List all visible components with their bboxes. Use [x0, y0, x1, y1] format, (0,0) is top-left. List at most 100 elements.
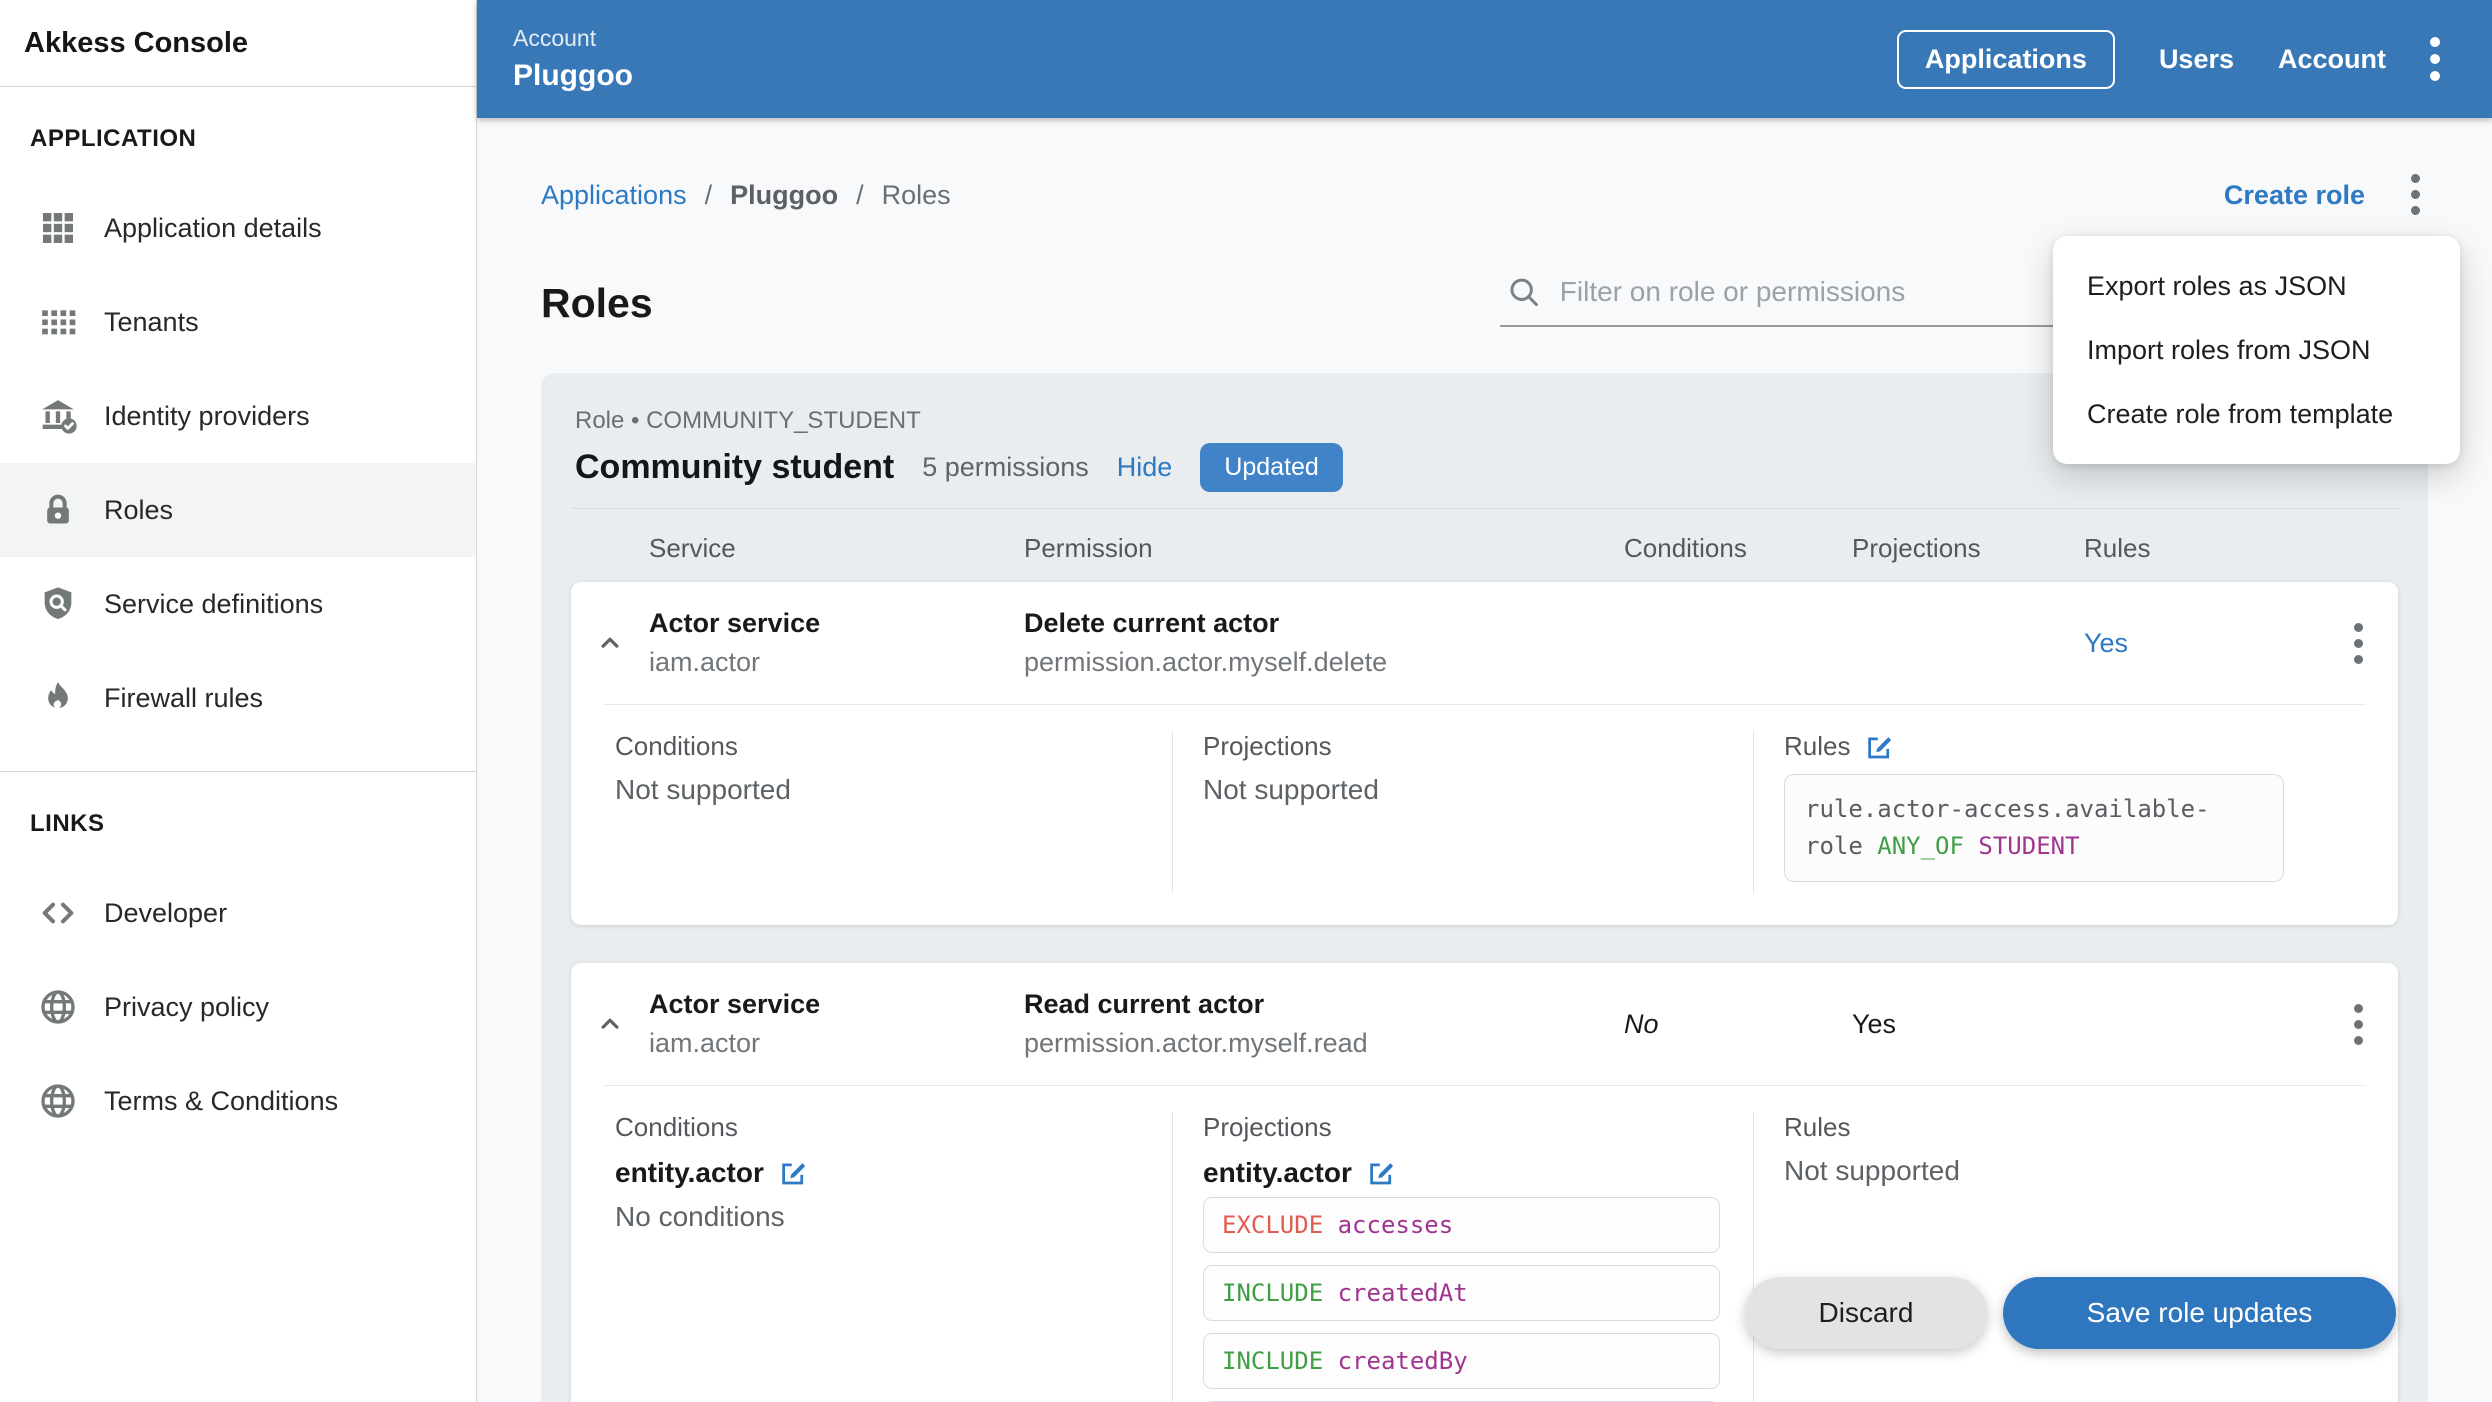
rules-detail: Rules Not supported — [1753, 1112, 2398, 1402]
collapse-chevron-icon[interactable] — [595, 628, 625, 658]
service-id: iam.actor — [649, 647, 761, 677]
breadcrumb: Applications / Pluggoo / Roles — [541, 175, 951, 215]
account-context: Account Pluggoo — [513, 25, 633, 93]
rule-operator: ANY_OF — [1877, 832, 1964, 861]
nav-users-button[interactable]: Users — [2159, 44, 2234, 75]
column-service: Service — [649, 533, 736, 563]
app-root: Akkess Console APPLICATION Application d… — [0, 0, 2492, 1402]
breadcrumb-row: Applications / Pluggoo / Roles Create ro… — [541, 118, 2428, 215]
collapse-chevron-icon[interactable] — [595, 1009, 625, 1039]
conditions-flag: No — [1624, 1008, 1659, 1039]
sidebar-item-firewall-rules[interactable]: Firewall rules — [0, 651, 476, 745]
breadcrumb-pluggoo: Pluggoo — [730, 179, 839, 210]
breadcrumb-separator: / — [704, 179, 713, 210]
rules-detail: Rules rule.actor-access.available-role A… — [1753, 731, 2398, 893]
projection-op: EXCLUDE — [1222, 1211, 1324, 1239]
permission-name: Read current actor — [1024, 989, 1265, 1019]
projections-detail: Projections entity.actor EXCLUDE accesse… — [1172, 1112, 1753, 1402]
page-title: Roles — [541, 280, 653, 326]
sidebar-divider — [0, 771, 476, 772]
permission-details: Conditions entity.actor No conditions Pr… — [571, 1086, 2398, 1402]
projections-label: Projections — [1203, 731, 1332, 761]
permission-id: permission.actor.myself.read — [1024, 1028, 1368, 1058]
menu-item-export-roles[interactable]: Export roles as JSON — [2053, 254, 2460, 318]
conditions-detail: Conditions entity.actor No conditions — [571, 1112, 1172, 1402]
projection-chip-list: EXCLUDE accesses INCLUDE createdAt INCLU… — [1203, 1197, 1720, 1402]
rules-flag-link[interactable]: Yes — [2084, 628, 2318, 659]
projection-field: createdBy — [1337, 1347, 1468, 1375]
sidebar-item-identity-providers[interactable]: Identity providers — [0, 369, 476, 463]
projection-field: accesses — [1337, 1211, 1454, 1239]
sidebar-item-application-details[interactable]: Application details — [0, 181, 476, 275]
conditions-label: Conditions — [615, 731, 738, 761]
conditions-value: No conditions — [615, 1201, 785, 1232]
sidebar-item-roles[interactable]: Roles — [0, 463, 476, 557]
create-role-button[interactable]: Create role — [2224, 175, 2365, 215]
rules-label: Rules — [1784, 731, 1851, 761]
app-title: Akkess Console — [0, 0, 476, 87]
sidebar-item-label: Application details — [104, 212, 322, 243]
save-role-updates-button[interactable]: Save role updates — [2003, 1277, 2396, 1349]
column-projections: Projections — [1852, 533, 1981, 563]
row-kebab-icon[interactable] — [2353, 1003, 2363, 1045]
menu-item-create-from-template[interactable]: Create role from template — [2053, 382, 2460, 446]
permission-id: permission.actor.myself.delete — [1024, 647, 1388, 677]
nav-applications-button[interactable]: Applications — [1896, 29, 2115, 89]
topbar: Account Pluggoo Applications Users Accou… — [477, 0, 2492, 118]
service-name: Actor service — [649, 989, 821, 1019]
sidebar-item-label: Terms & Conditions — [104, 1085, 339, 1116]
hide-link[interactable]: Hide — [1117, 452, 1173, 483]
sidebar-item-label: Tenants — [104, 306, 199, 337]
discard-button[interactable]: Discard — [1745, 1277, 1987, 1349]
projections-label: Projections — [1203, 1112, 1332, 1142]
service-name: Actor service — [649, 608, 821, 638]
menu-item-import-roles[interactable]: Import roles from JSON — [2053, 318, 2460, 382]
breadcrumb-roles: Roles — [881, 179, 951, 210]
sidebar-link-privacy-policy[interactable]: Privacy policy — [0, 960, 476, 1054]
shield-search-icon — [38, 584, 78, 624]
role-card-community-student: Role • COMMUNITY_STUDENT Community stude… — [541, 373, 2428, 1402]
projection-chip: INCLUDE createdAt — [1203, 1265, 1720, 1321]
column-conditions: Conditions — [1624, 533, 1747, 563]
column-rules: Rules — [2084, 533, 2151, 563]
sidebar-item-service-definitions[interactable]: Service definitions — [0, 557, 476, 651]
conditions-subject: entity.actor — [615, 1157, 764, 1188]
projection-op: INCLUDE — [1222, 1279, 1324, 1307]
permission-row: Actor service iam.actor Read current act… — [571, 963, 2398, 1085]
sidebar-item-label: Privacy policy — [104, 991, 270, 1022]
projections-value: Not supported — [1203, 774, 1379, 805]
projections-detail: Projections Not supported — [1172, 731, 1753, 893]
code-icon — [38, 893, 78, 933]
row-kebab-icon[interactable] — [2353, 622, 2363, 664]
sidebar-link-terms-conditions[interactable]: Terms & Conditions — [0, 1054, 476, 1148]
permission-name: Delete current actor — [1024, 608, 1280, 638]
role-name: Community student — [575, 448, 895, 486]
nav-account-button[interactable]: Account — [2278, 44, 2386, 75]
topbar-kebab-icon[interactable] — [2430, 37, 2440, 81]
lock-icon — [38, 490, 78, 530]
projection-op: INCLUDE — [1222, 1347, 1324, 1375]
sidebar-item-label: Identity providers — [104, 400, 310, 431]
tenants-grid-icon — [38, 302, 78, 342]
grid-icon — [38, 208, 78, 248]
rules-value: Not supported — [1784, 1155, 1960, 1186]
permission-details: Conditions Not supported Projections Not… — [571, 705, 2398, 925]
permission-cell: Read current actor permission.actor.myse… — [1024, 989, 1624, 1059]
conditions-label: Conditions — [615, 1112, 738, 1142]
projections-flag: Yes — [1852, 1008, 1897, 1039]
edit-rules-icon[interactable] — [1864, 732, 1894, 762]
breadcrumb-applications[interactable]: Applications — [541, 175, 687, 215]
page-kebab-icon[interactable] — [2411, 174, 2420, 215]
globe-icon — [38, 987, 78, 1027]
bank-check-icon — [38, 396, 78, 436]
breadcrumb-separator: / — [856, 179, 864, 210]
column-permission: Permission — [1024, 533, 1153, 563]
edit-conditions-icon[interactable] — [778, 1158, 808, 1188]
conditions-value: Not supported — [615, 774, 791, 805]
sidebar-link-developer[interactable]: Developer — [0, 866, 476, 960]
sidebar-item-label: Roles — [104, 494, 174, 525]
flame-icon — [38, 678, 78, 718]
edit-projections-icon[interactable] — [1366, 1158, 1396, 1188]
sidebar-item-tenants[interactable]: Tenants — [0, 275, 476, 369]
sidebar-section-links: LINKS — [30, 810, 105, 837]
